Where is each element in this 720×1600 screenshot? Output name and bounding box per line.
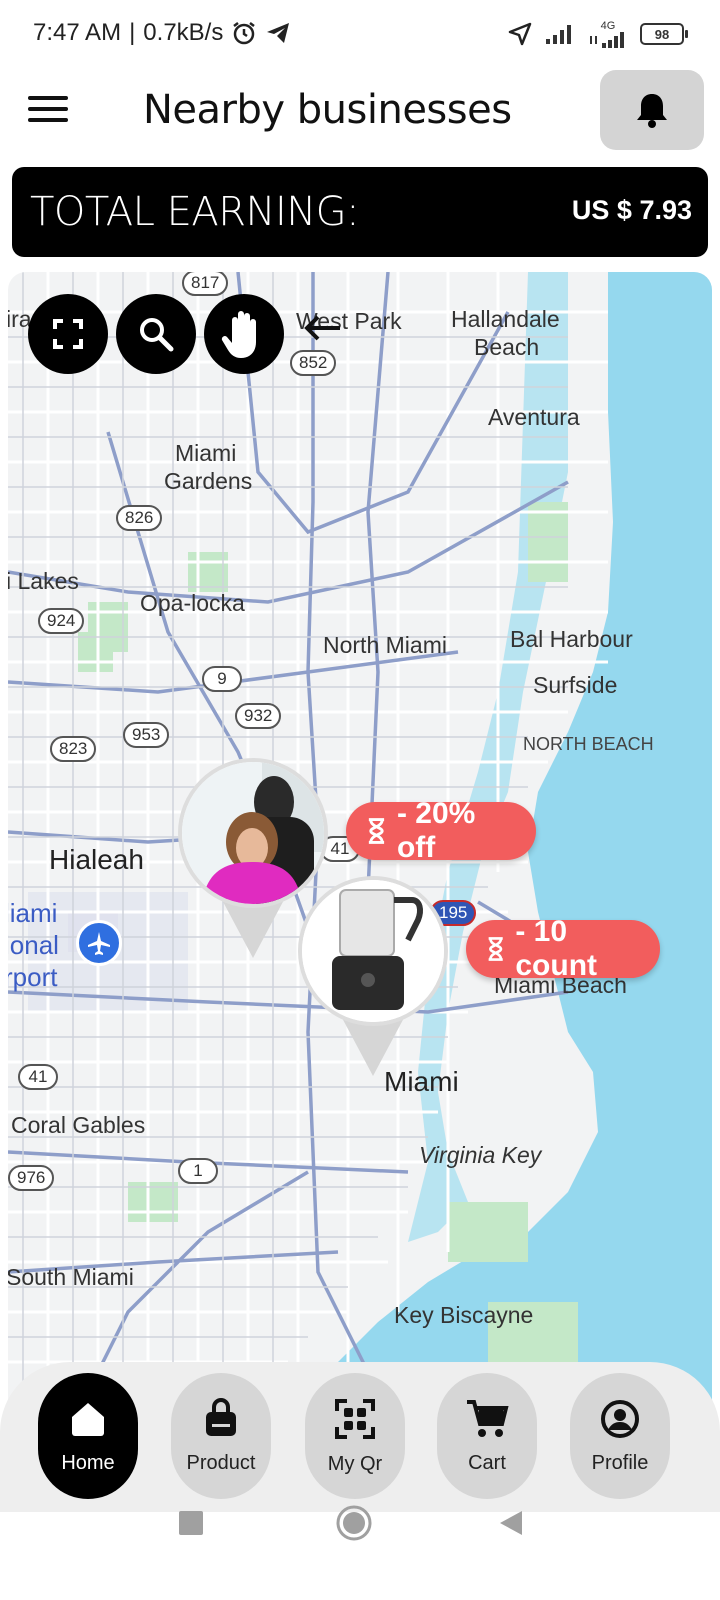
map-label-key-biscayne: Key Biscayne — [394, 1302, 534, 1328]
road-shield-817: 817 — [182, 272, 229, 296]
page-title: Nearby businesses — [143, 87, 512, 133]
road-shield-823: 823 — [50, 736, 97, 762]
map-label-airport-2: ional — [8, 930, 59, 960]
nav-product-label: Product — [186, 1451, 256, 1474]
offer-badge-discount[interactable]: - 20% off — [346, 797, 536, 864]
map-label-lakes: i Lakes — [8, 568, 79, 594]
road-shield-1: 1 — [178, 1158, 218, 1184]
hourglass-icon — [488, 937, 503, 961]
road-shield-826: 826 — [116, 505, 163, 531]
nav-my-qr-label: My Qr — [327, 1452, 383, 1475]
nav-product[interactable]: Product — [171, 1373, 271, 1499]
road-shield-932: 932 — [235, 703, 282, 729]
system-navigation-bar — [0, 1505, 720, 1600]
map-label-miami-gardens-1: Miami — [175, 440, 237, 466]
road-shield-852: 852 — [290, 350, 337, 376]
fullscreen-icon — [53, 319, 83, 349]
qr-scan-icon — [335, 1398, 375, 1439]
nav-profile-label: Profile — [591, 1451, 649, 1474]
map-label-surfside: Surfside — [533, 672, 618, 698]
map-label-coral-gables: Coral Gables — [11, 1112, 146, 1138]
battery-level: 98 — [654, 26, 670, 42]
location-icon — [508, 22, 532, 46]
fullscreen-button[interactable] — [28, 294, 108, 374]
total-earning-banner: TOTAL EARNING: US $ 7.93 — [12, 167, 708, 257]
map-label-airport-3: rport — [8, 962, 58, 992]
status-left: 7:47 AM | 0.7kB/s — [33, 19, 291, 47]
network-indicator: 4G — [588, 20, 628, 48]
map-label-airport-1: liami — [8, 898, 58, 928]
signal-icon — [546, 25, 571, 44]
map-search-button[interactable] — [116, 294, 196, 374]
arrow-left-icon[interactable] — [304, 314, 342, 342]
map-view[interactable]: ira West Park Hallandale Beach Aventura … — [8, 272, 712, 1432]
profile-icon — [601, 1399, 639, 1438]
road-shield-953: 953 — [123, 722, 170, 748]
map-label-hallandale-beach: Beach — [474, 334, 540, 360]
road-shield-976: 976 — [8, 1165, 55, 1191]
earning-label: TOTAL EARNING: — [30, 189, 360, 235]
map-label-hallandale: Hallandale — [451, 306, 560, 332]
airport-icon[interactable] — [76, 920, 122, 966]
hamburger-menu-icon[interactable] — [28, 94, 68, 124]
hand-tool-button[interactable] — [204, 294, 284, 374]
map-label-north-beach: NORTH BEACH — [523, 734, 654, 754]
nav-cart-label: Cart — [468, 1451, 506, 1474]
map-label-opa-locka: Opa-locka — [140, 590, 245, 616]
nav-home-label: Home — [61, 1451, 115, 1474]
home-icon — [72, 1402, 104, 1436]
home-circle-icon[interactable] — [335, 1504, 373, 1542]
earning-value: US $ 7.93 — [571, 195, 692, 225]
road-shield-924: 924 — [38, 608, 85, 634]
hand-icon — [221, 311, 256, 358]
offer-text-count: - 10 count — [515, 915, 598, 982]
road-shield-41b: 41 — [18, 1064, 58, 1090]
nav-profile[interactable]: Profile — [570, 1373, 670, 1499]
status-time: 7:47 AM — [33, 19, 122, 46]
map-label-hialeah: Hialeah — [49, 844, 144, 875]
map-label-virginia-key: Virginia Key — [419, 1142, 542, 1168]
blender-photo — [298, 876, 448, 1026]
nav-cart[interactable]: Cart — [437, 1373, 537, 1499]
bell-icon — [637, 94, 667, 128]
back-triangle-icon[interactable] — [498, 1509, 524, 1537]
telegram-icon — [267, 23, 290, 43]
cart-icon — [467, 1399, 509, 1437]
alarm-icon — [233, 22, 256, 45]
nav-home[interactable]: Home — [38, 1373, 138, 1499]
map-label-aventura: Aventura — [488, 404, 580, 430]
battery-icon: 98 — [640, 23, 688, 45]
nav-my-qr[interactable]: My Qr — [305, 1373, 405, 1499]
network-label: 4G — [600, 20, 616, 32]
offer-text-discount: - 20% off — [396, 797, 476, 864]
map-label-south-miami: South Miami — [8, 1264, 134, 1290]
road-shield-9: 9 — [202, 666, 242, 692]
status-bar: 7:47 AM | 0.7kB/s 4G 98 — [0, 0, 720, 70]
notifications-button[interactable] — [600, 70, 704, 150]
signal-icon-2 — [590, 32, 624, 48]
map-label-bal-harbour: Bal Harbour — [510, 626, 633, 652]
search-icon — [140, 318, 174, 352]
status-speed: 0.7kB/s — [143, 19, 224, 46]
map-label-miami-gardens-2: Gardens — [164, 468, 253, 494]
offer-badge-count[interactable]: - 10 count — [466, 915, 660, 982]
map-label-north-miami: North Miami — [323, 632, 447, 658]
app-header: Nearby businesses — [0, 70, 720, 160]
hourglass-icon — [368, 818, 385, 844]
status-right: 4G 98 — [508, 20, 688, 48]
business-pin-product[interactable] — [298, 876, 448, 1076]
recents-icon[interactable] — [178, 1510, 204, 1536]
bag-icon — [206, 1397, 236, 1436]
